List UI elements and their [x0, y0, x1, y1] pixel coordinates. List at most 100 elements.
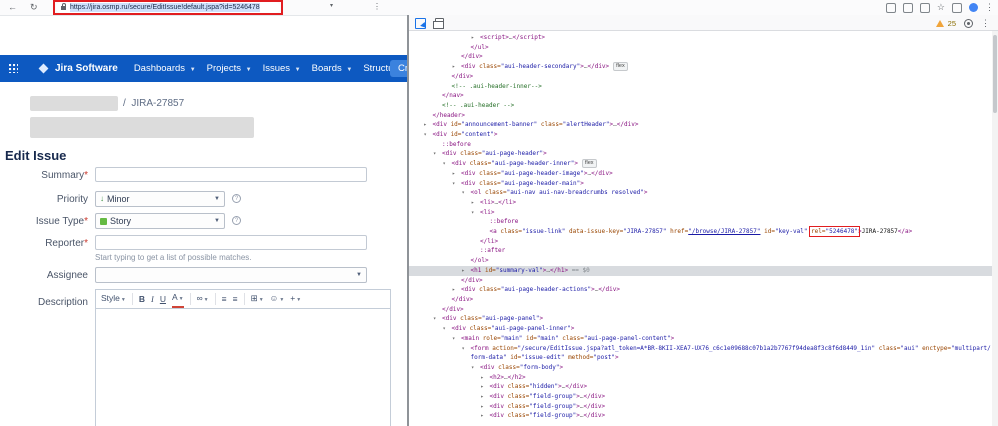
extensions-puzzle-icon[interactable]	[952, 2, 962, 13]
scrollbar-thumb[interactable]	[993, 35, 997, 113]
collapse-arrow-icon[interactable]: ▾	[462, 345, 465, 355]
devtools-tree-row[interactable]: ▾ <div class="aui-page-header">	[409, 149, 992, 159]
priority-select[interactable]: ↓ Minor ▼	[95, 191, 225, 207]
search-icon[interactable]	[902, 2, 913, 13]
devtools-tree-row[interactable]: ::before	[409, 140, 992, 150]
flex-badge[interactable]: flex	[581, 159, 597, 169]
warning-count[interactable]: 25	[948, 19, 956, 28]
toolbar-overflow-icon[interactable]: ⋮	[373, 2, 381, 11]
priority-help-icon[interactable]: ?	[232, 194, 241, 203]
devtools-tree-row[interactable]: ▾ <div class="aui-page-panel-inner">	[409, 324, 992, 334]
code-token: </header>	[432, 111, 466, 119]
devtools-tree-row[interactable]: ▸ <div class="field-group">…</div>	[409, 392, 992, 402]
devtools-tree-row[interactable]: ▸ <div id="announcement-banner" class="al…	[409, 120, 992, 130]
devtools-tree-row[interactable]: ▾ <main role="main" id="main" class="aui-…	[409, 334, 992, 344]
devtools-tree-row[interactable]: ▾ <li>	[409, 208, 992, 218]
code-token: <li>	[480, 208, 495, 216]
devtools-tree-row[interactable]: </div>	[409, 305, 992, 315]
extensions-caret-icon[interactable]: ▾	[330, 2, 333, 9]
insert-more-button[interactable]: +▼	[290, 289, 301, 309]
bold-button[interactable]: B	[139, 290, 145, 308]
link-button[interactable]: ∞▼	[197, 289, 209, 309]
devtools-tree-row[interactable]: ▾ <div class="aui-page-header-main">	[409, 179, 992, 189]
devtools-tree-row[interactable]: ▾ <div id="content">	[409, 130, 992, 140]
share-icon[interactable]	[919, 2, 930, 13]
reporter-hint: Start typing to get a list of possible m…	[95, 253, 252, 262]
devtools-tree-row[interactable]: </ul>	[409, 43, 992, 53]
code-token: <div	[442, 150, 461, 158]
settings-gear-icon[interactable]	[964, 18, 973, 28]
back-button[interactable]: ←	[8, 1, 17, 14]
expand-arrow-icon[interactable]: ▸	[481, 412, 484, 422]
app-switcher-grid-icon[interactable]	[9, 64, 18, 73]
url-bar[interactable]: https://jira.osmp.ru/secure/EditIssue!de…	[56, 2, 280, 13]
italic-button[interactable]: I	[151, 290, 154, 308]
browser-menu-icon[interactable]: ⋮	[985, 3, 994, 12]
devtools-tree-row[interactable]: </ol>	[409, 256, 992, 266]
devtools-tree-row[interactable]: </header>	[409, 111, 992, 121]
devtools-tree-row[interactable]: ▾ <div class="aui-page-header-inner"> flex	[409, 159, 992, 169]
devtools-menu-icon[interactable]: ⋮	[981, 18, 990, 28]
code-token: >	[615, 354, 619, 362]
emoji-button[interactable]: ☺▼	[270, 289, 285, 309]
devtools-tree-row[interactable]: ▸ <script>…</script>	[409, 33, 992, 43]
code-token: </script>	[512, 34, 546, 41]
jira-logo-text[interactable]: Jira Software	[55, 63, 118, 74]
translate-icon[interactable]	[885, 2, 896, 13]
reporter-input[interactable]	[95, 235, 367, 250]
nav-item-boards[interactable]: Boards ▼	[312, 63, 353, 74]
inspect-element-icon[interactable]	[415, 18, 426, 29]
issue-key-link[interactable]: JIRA-27857	[131, 98, 184, 109]
numbered-list-button[interactable]: ≡	[233, 290, 238, 308]
bullet-list-button[interactable]: ≡	[222, 290, 227, 308]
devtools-tree-row[interactable]: ▸ <h2>…</h2>	[409, 373, 992, 383]
code-token: <main	[461, 334, 483, 342]
devtools-tree-row[interactable]: ▸ <div class="aui-page-header-image">…</d…	[409, 169, 992, 179]
warning-triangle-icon[interactable]	[935, 19, 944, 27]
devtools-tree-row[interactable]: </div>	[409, 295, 992, 305]
bookmark-star-icon[interactable]: ☆	[937, 3, 945, 12]
devtools-tree-row[interactable]: ▾ <form action="/secure/EditIssue.jspa?at…	[409, 344, 992, 363]
devtools-tree-row[interactable]: </div>	[409, 276, 992, 286]
devtools-tree-row[interactable]: ::after	[409, 246, 992, 256]
nav-item-dashboards[interactable]: Dashboards ▼	[134, 63, 196, 74]
devtools-tree-row[interactable]: </nav>	[409, 91, 992, 101]
underline-button[interactable]: U	[160, 290, 166, 308]
issue-type-help-icon[interactable]: ?	[232, 216, 241, 225]
table-button[interactable]: ⊞▼	[251, 289, 264, 309]
devtools-tree-row[interactable]: <!-- .aui-header-inner-->	[409, 82, 992, 92]
devtools-tree-row[interactable]: ▸ <div class="field-group">…</div>	[409, 411, 992, 421]
reload-button[interactable]: ↻	[30, 1, 38, 14]
nav-item-issues[interactable]: Issues ▼	[263, 63, 301, 74]
nav-item-projects[interactable]: Projects ▼	[207, 63, 252, 74]
devtools-tree-row[interactable]: ▸ <li>…</li>	[409, 198, 992, 208]
issue-type-select[interactable]: Story ▼	[95, 213, 225, 229]
devtools-tree-row[interactable]: ▸ <div class="field-group">…</div>	[409, 402, 992, 412]
code-token: "aui-page-panel"	[481, 315, 540, 323]
style-dropdown[interactable]: Style▼	[101, 289, 126, 309]
devtools-tree-row[interactable]: ▾ <div class="aui-page-panel">	[409, 314, 992, 324]
devtools-tree-row[interactable]: ▾ <div class="form-body">	[409, 363, 992, 373]
flex-badge[interactable]: flex	[613, 62, 628, 72]
profile-avatar[interactable]	[969, 3, 978, 12]
device-toolbar-icon[interactable]	[433, 18, 444, 29]
editor-content[interactable]	[95, 309, 391, 426]
assignee-select[interactable]: ▼	[95, 267, 367, 283]
devtools-tree-row[interactable]: </li>	[409, 237, 992, 247]
devtools-scrollbar[interactable]	[992, 31, 998, 426]
summary-input[interactable]	[95, 167, 367, 182]
devtools-tree-row[interactable]: ::before	[409, 217, 992, 227]
devtools-tree-row[interactable]: </div>	[409, 52, 992, 62]
devtools-tree-row[interactable]: <!-- .aui-header -->	[409, 101, 992, 111]
text-color-button[interactable]: A▼	[171, 290, 184, 308]
devtools-tree-row[interactable]: ▸ <div class="aui-page-header-actions">…<…	[409, 285, 992, 295]
create-button[interactable]: Create	[390, 60, 407, 77]
code-token: </div>	[461, 53, 483, 61]
devtools-tree-row[interactable]: ▾ <ol class="aui-nav aui-nav-breadcrumbs …	[409, 188, 992, 198]
devtools-tree-row[interactable]: ▸ <div class="hidden">…</div>	[409, 382, 992, 392]
devtools-tree-row[interactable]: <a class="issue-link" data-issue-key="JI…	[409, 226, 992, 238]
redacted-project-breadcrumb	[30, 96, 118, 111]
devtools-tree-row[interactable]: </div>	[409, 72, 992, 82]
devtools-selected-row[interactable]: ▸ <h1 id="summary-val">…</h1> == $0	[409, 265, 992, 276]
devtools-tree-row[interactable]: ▸ <div class="aui-header-secondary">…</di…	[409, 62, 992, 72]
